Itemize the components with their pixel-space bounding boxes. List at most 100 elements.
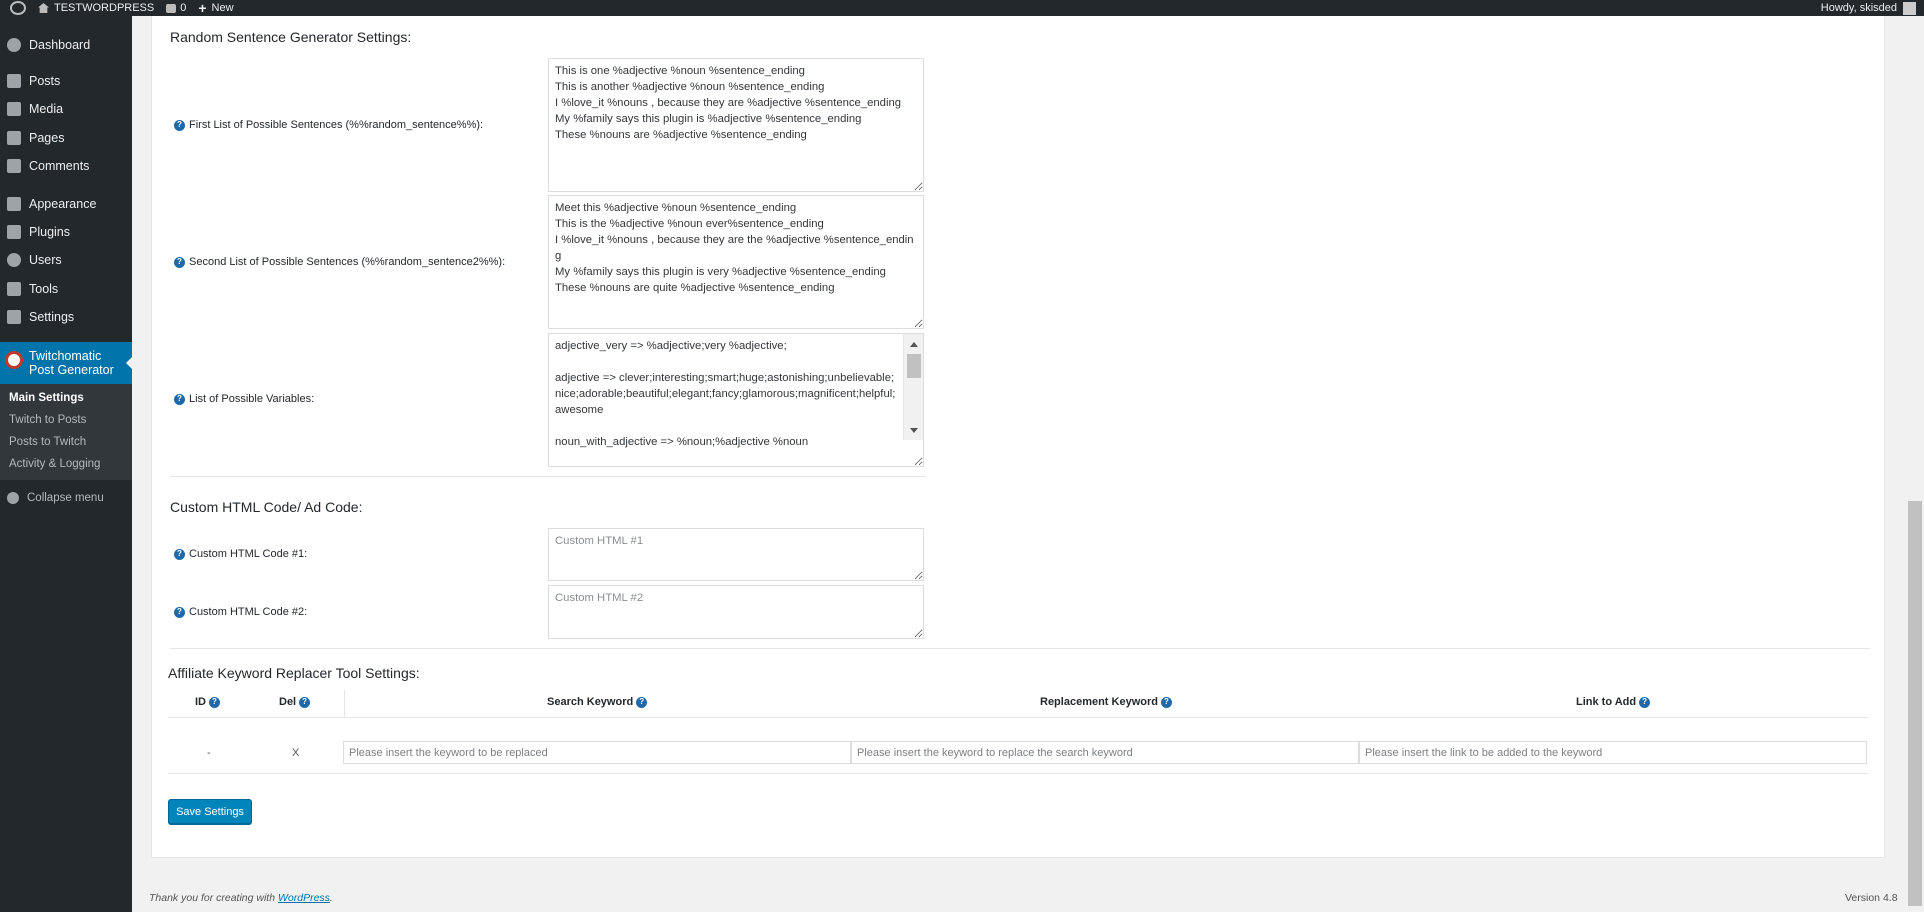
replacement-keyword-input[interactable] bbox=[851, 741, 1359, 764]
second-sentences-textarea[interactable]: Meet this %adjective %noun %sentence_end… bbox=[548, 195, 924, 329]
search-keyword-input[interactable] bbox=[343, 741, 851, 764]
sidebar-item-media[interactable]: Media bbox=[0, 97, 132, 121]
random-sentence-heading: Random Sentence Generator Settings: bbox=[170, 29, 412, 45]
affiliate-heading: Affiliate Keyword Replacer Tool Settings… bbox=[168, 665, 420, 681]
wrench-icon bbox=[7, 282, 21, 296]
site-name: TESTWORDPRESS bbox=[54, 2, 155, 14]
plug-icon bbox=[7, 225, 21, 239]
avatar bbox=[1903, 1, 1916, 15]
scroll-thumb[interactable] bbox=[907, 354, 921, 378]
current-menu-arrow-icon bbox=[126, 356, 133, 370]
column-header-id: ID ? bbox=[195, 696, 220, 708]
sidebar-item-twitchomatic[interactable]: Twitchomatic Post Generator bbox=[0, 342, 133, 384]
plus-icon: + bbox=[198, 0, 207, 16]
my-account-link[interactable]: Howdy, skisded bbox=[1820, 1, 1924, 15]
howdy-text: Howdy, skisded bbox=[1820, 2, 1897, 14]
custom-html-1-textarea[interactable] bbox=[548, 528, 924, 581]
row-id: - bbox=[207, 747, 211, 759]
sidebar-item-label: Dashboard bbox=[29, 38, 91, 52]
sidebar-item-label: Media bbox=[29, 102, 64, 116]
link-to-add-input[interactable] bbox=[1359, 741, 1867, 764]
column-header-replacement: Replacement Keyword ? bbox=[1040, 696, 1172, 708]
twitchomatic-plugin-icon bbox=[5, 351, 23, 369]
admin-sidebar: Dashboard Posts Media Pages Comments App… bbox=[0, 16, 133, 912]
home-icon bbox=[38, 3, 49, 13]
help-icon[interactable]: ? bbox=[174, 393, 185, 405]
dashboard-icon bbox=[7, 38, 21, 52]
footer-thanks: Thank you for creating with WordPress. bbox=[149, 892, 333, 904]
settings-icon bbox=[7, 310, 21, 324]
column-header-label: Search Keyword bbox=[547, 696, 634, 708]
save-settings-button[interactable]: Save Settings bbox=[168, 799, 252, 824]
help-icon[interactable]: ? bbox=[299, 696, 311, 708]
help-icon[interactable]: ? bbox=[636, 696, 648, 708]
sidebar-item-label: Posts bbox=[29, 74, 61, 88]
first-list-label-text: First List of Possible Sentences (%%rand… bbox=[189, 119, 484, 131]
wordpress-logo-icon[interactable] bbox=[0, 0, 32, 16]
submenu-posts-to-twitch[interactable]: Posts to Twitch bbox=[9, 436, 86, 448]
footer-period: . bbox=[329, 892, 333, 904]
sidebar-item-tools[interactable]: Tools bbox=[0, 277, 132, 301]
scroll-up-icon[interactable] bbox=[910, 342, 918, 347]
help-icon[interactable]: ? bbox=[174, 548, 185, 560]
help-icon[interactable]: ? bbox=[1160, 696, 1172, 708]
column-header-label: Replacement Keyword bbox=[1040, 696, 1158, 708]
delete-row-button[interactable]: X bbox=[292, 747, 299, 759]
sidebar-item-dashboard[interactable]: Dashboard bbox=[0, 33, 132, 57]
custom-html-1-label: ? Custom HTML Code #1: bbox=[174, 548, 307, 560]
section-divider bbox=[170, 648, 1870, 649]
new-content-link[interactable]: + New bbox=[192, 0, 239, 16]
custom-html-2-label: ? Custom HTML Code #2: bbox=[174, 606, 307, 618]
sidebar-item-comments[interactable]: Comments bbox=[0, 154, 132, 178]
sidebar-item-users[interactable]: Users bbox=[0, 248, 132, 272]
custom-html-2-label-text: Custom HTML Code #2: bbox=[189, 606, 308, 618]
help-icon[interactable]: ? bbox=[174, 606, 185, 618]
collapse-arrow-icon bbox=[7, 492, 19, 504]
comments-link[interactable]: 0 bbox=[160, 0, 192, 16]
scroll-down-icon[interactable] bbox=[910, 428, 918, 433]
submenu-activity-logging[interactable]: Activity & Logging bbox=[9, 458, 100, 470]
comment-bubble-icon bbox=[166, 3, 177, 13]
footer-version: Version 4.8 bbox=[1845, 892, 1898, 904]
table-header-divider bbox=[168, 717, 1868, 718]
first-sentences-textarea[interactable]: This is one %adjective %noun %sentence_e… bbox=[548, 58, 924, 192]
site-name-link[interactable]: TESTWORDPRESS bbox=[32, 0, 160, 16]
column-header-del: Del ? bbox=[279, 696, 311, 708]
media-icon bbox=[7, 102, 21, 116]
sidebar-item-settings[interactable]: Settings bbox=[0, 305, 132, 329]
sidebar-item-label: Tools bbox=[29, 282, 59, 296]
settings-card bbox=[151, 16, 1885, 858]
custom-html-2-textarea[interactable] bbox=[548, 585, 924, 639]
pin-icon bbox=[7, 74, 21, 88]
variables-textarea[interactable]: adjective_very => %adjective;very %adjec… bbox=[548, 333, 924, 467]
sidebar-item-pages[interactable]: Pages bbox=[0, 126, 132, 150]
sidebar-item-posts[interactable]: Posts bbox=[0, 69, 132, 93]
sidebar-item-plugins[interactable]: Plugins bbox=[0, 220, 132, 244]
twitchomatic-submenu: Main Settings Twitch to Posts Posts to T… bbox=[0, 384, 132, 480]
column-header-label: ID bbox=[195, 696, 206, 708]
sidebar-item-appearance[interactable]: Appearance bbox=[0, 192, 132, 216]
help-icon[interactable]: ? bbox=[1639, 696, 1651, 708]
second-list-label: ? Second List of Possible Sentences (%%r… bbox=[174, 256, 505, 268]
page-scroll-thumb[interactable] bbox=[1908, 501, 1922, 906]
help-icon[interactable]: ? bbox=[209, 696, 220, 708]
second-list-label-text: Second List of Possible Sentences (%%ran… bbox=[189, 256, 506, 268]
comments-count: 0 bbox=[180, 2, 187, 14]
collapse-menu-button[interactable]: Collapse menu bbox=[0, 486, 132, 510]
help-icon[interactable]: ? bbox=[174, 256, 185, 268]
sidebar-item-label: Plugins bbox=[29, 225, 70, 239]
variables-label: ? List of Possible Variables: bbox=[174, 393, 314, 405]
pages-icon bbox=[7, 131, 21, 145]
user-icon bbox=[7, 253, 21, 267]
submenu-twitch-to-posts[interactable]: Twitch to Posts bbox=[9, 414, 86, 426]
submenu-main-settings[interactable]: Main Settings bbox=[9, 392, 84, 404]
column-header-label: Link to Add bbox=[1576, 696, 1637, 708]
page-scrollbar[interactable] bbox=[1906, 16, 1924, 912]
variables-scrollbar[interactable] bbox=[903, 334, 923, 440]
new-label: New bbox=[211, 2, 234, 14]
variables-label-text: List of Possible Variables: bbox=[189, 393, 315, 405]
wordpress-link[interactable]: WordPress bbox=[278, 892, 330, 904]
sidebar-item-label: Appearance bbox=[29, 197, 97, 211]
help-icon[interactable]: ? bbox=[174, 119, 185, 131]
column-header-link: Link to Add ? bbox=[1576, 696, 1651, 708]
